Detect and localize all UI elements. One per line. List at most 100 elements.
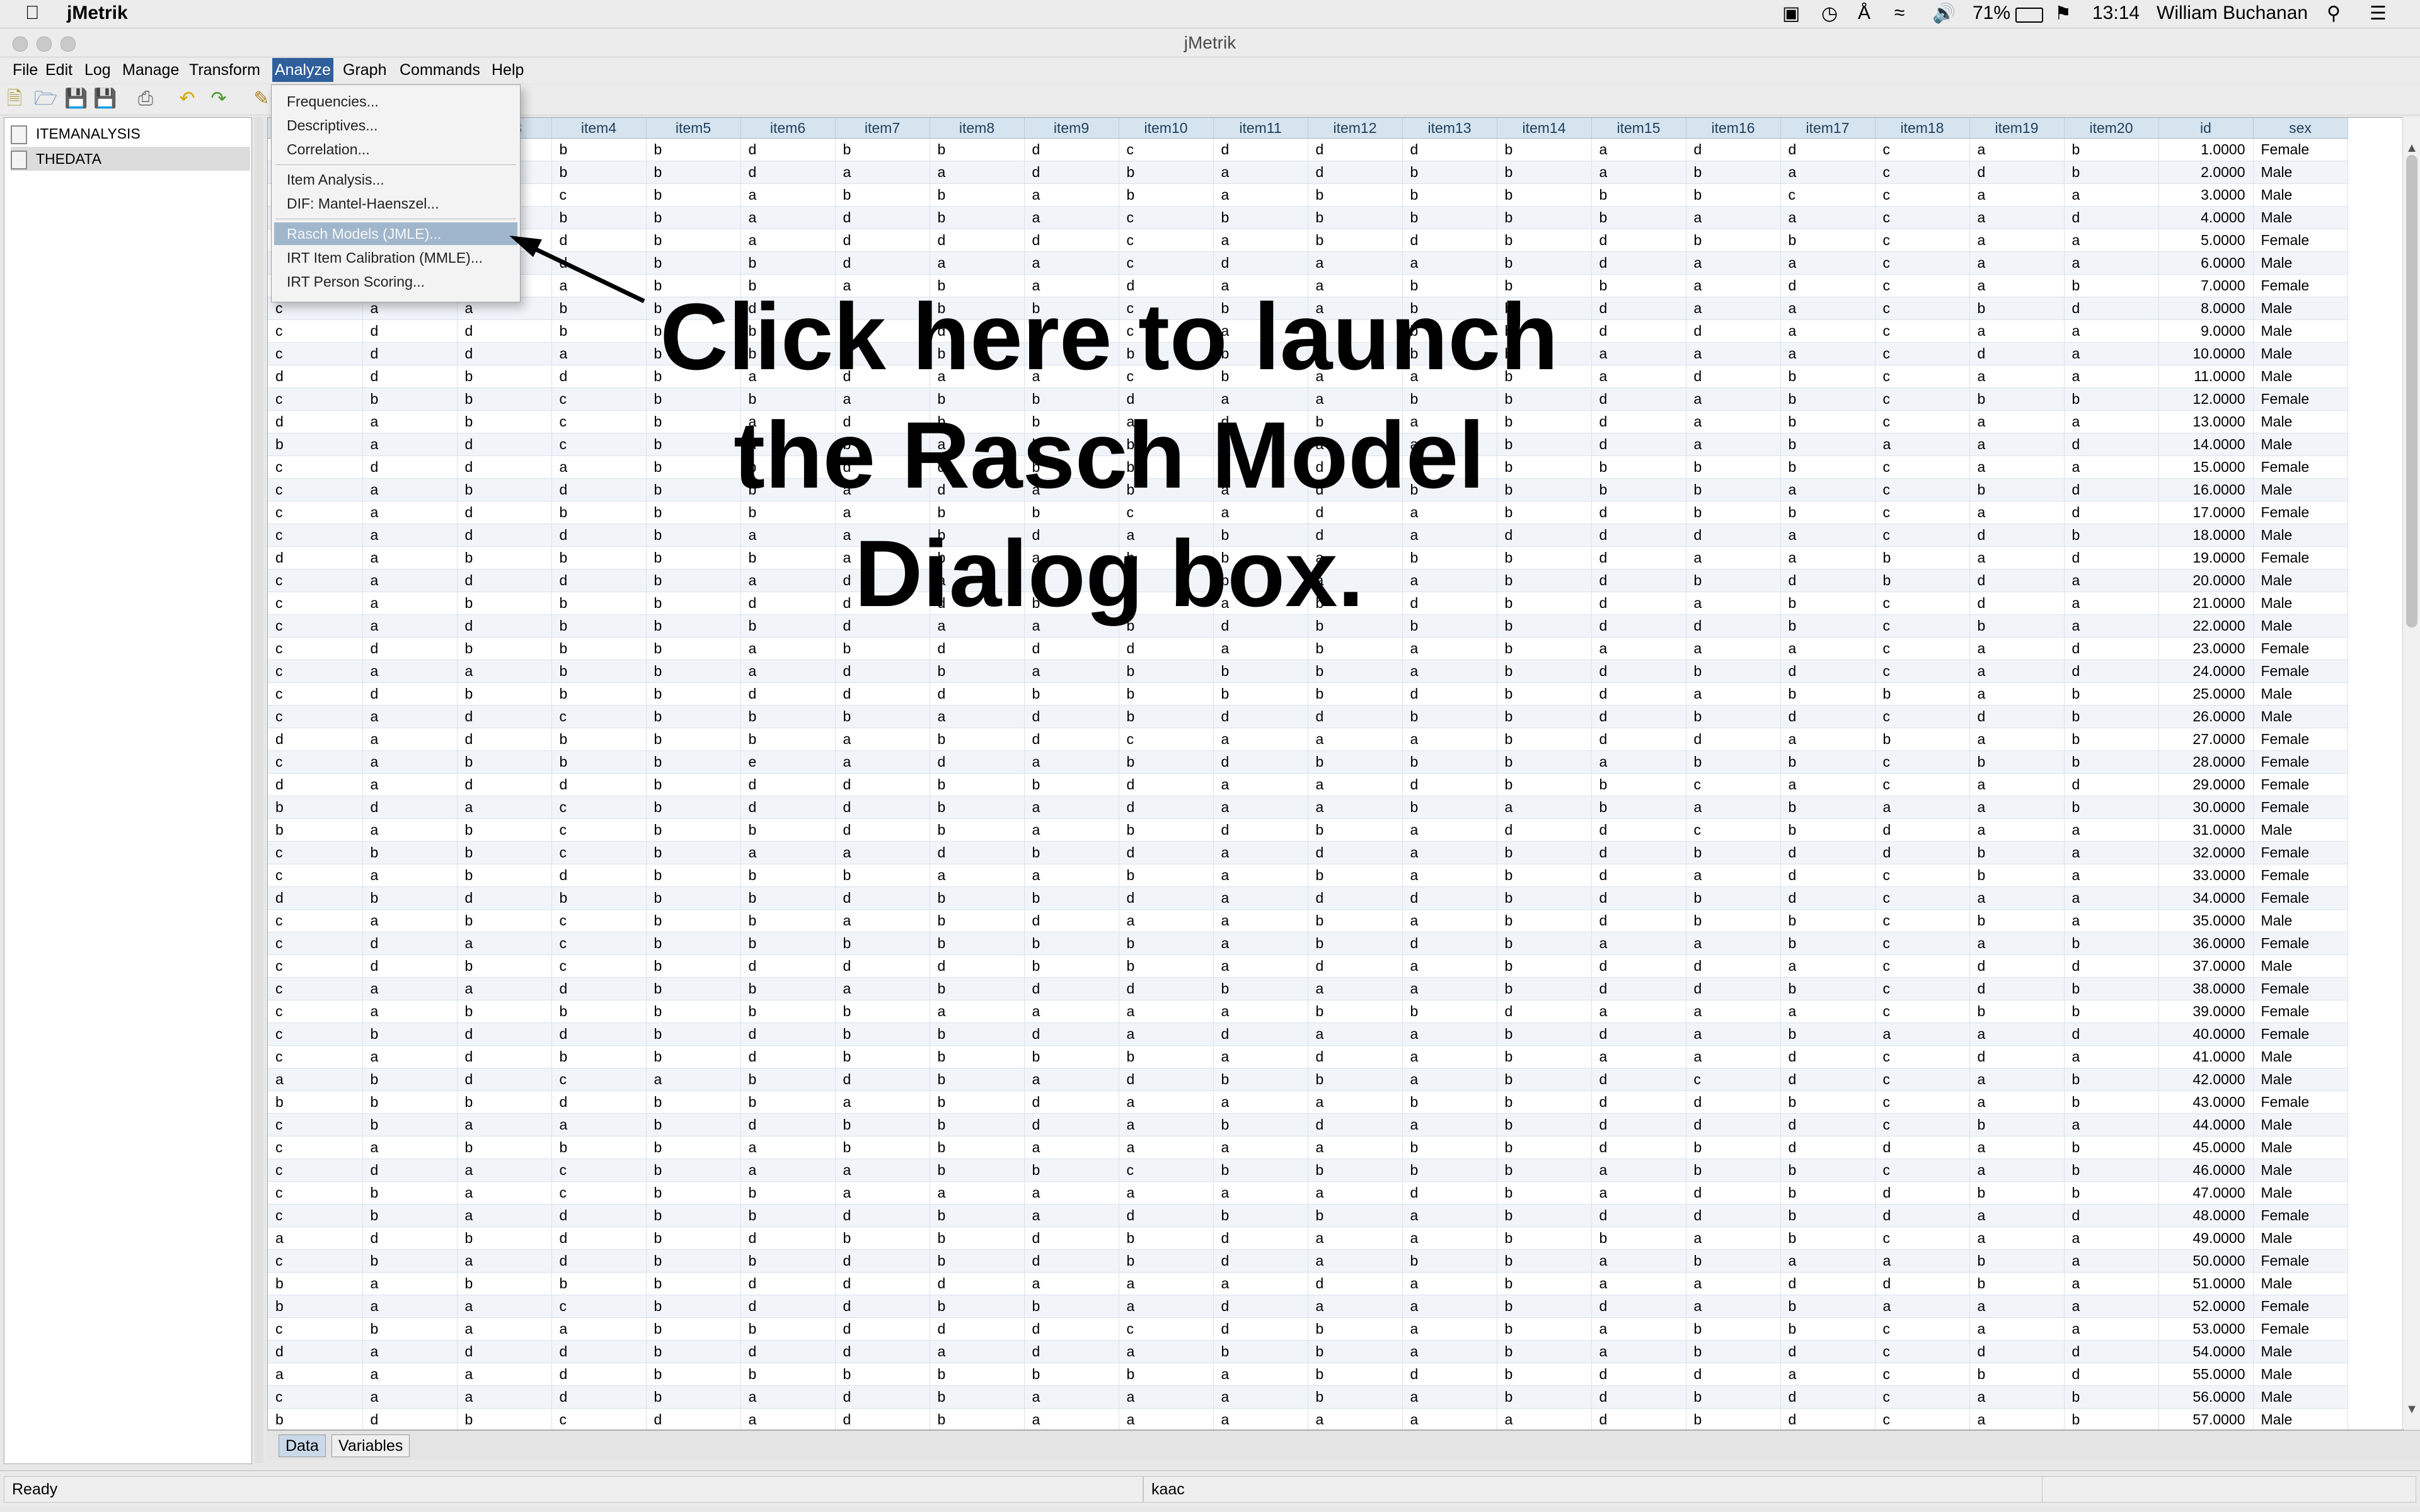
table-cell[interactable]: Male	[2253, 433, 2348, 456]
table-cell[interactable]: a	[930, 1000, 1025, 1023]
menu-item-irt-person-scoring[interactable]: IRT Person Scoring...	[274, 270, 517, 293]
table-cell[interactable]: a	[1024, 818, 1119, 842]
table-cell[interactable]: c	[268, 977, 363, 1000]
table-cell[interactable]: b	[646, 728, 741, 751]
table-cell[interactable]: a	[1024, 183, 1119, 207]
table-cell[interactable]: a	[1402, 251, 1497, 275]
table-cell[interactable]: b	[646, 682, 741, 706]
table-cell[interactable]: b	[835, 1113, 930, 1137]
table-cell[interactable]: d	[930, 229, 1025, 252]
table-cell[interactable]: a	[740, 841, 836, 864]
table-cell[interactable]: d	[1591, 1204, 1686, 1227]
table-cell[interactable]: Female	[2253, 750, 2348, 774]
scrollbar-thumb[interactable]	[2406, 155, 2417, 627]
table-cell[interactable]: a	[1686, 682, 1781, 706]
table-cell[interactable]: d	[2064, 478, 2159, 501]
table-cell[interactable]: a	[1969, 1204, 2065, 1227]
table-cell[interactable]: a	[2064, 1272, 2159, 1295]
table-cell[interactable]: a	[2064, 1317, 2159, 1341]
table-cell[interactable]: b	[2064, 524, 2159, 547]
table-cell[interactable]: 9.0000	[2158, 319, 2254, 343]
table-cell[interactable]: b	[1119, 1249, 1214, 1273]
table-cell[interactable]: d	[268, 1340, 363, 1363]
table-cell[interactable]: d	[1024, 977, 1119, 1000]
table-cell[interactable]: d	[1686, 1091, 1781, 1114]
table-cell[interactable]: b	[1119, 183, 1214, 207]
table-cell[interactable]: a	[1213, 796, 1308, 819]
table-cell[interactable]: b	[646, 660, 741, 683]
table-cell[interactable]: a	[1780, 773, 1876, 796]
table-cell[interactable]: a	[2064, 886, 2159, 910]
table-cell[interactable]: c	[268, 478, 363, 501]
table-cell[interactable]: b	[1402, 161, 1497, 184]
column-header[interactable]: item9	[1024, 118, 1119, 139]
apple-icon[interactable]: 	[25, 3, 40, 24]
table-cell[interactable]: d	[1308, 886, 1403, 910]
table-cell[interactable]: b	[646, 1249, 741, 1273]
table-cell[interactable]: a	[2064, 592, 2159, 615]
table-cell[interactable]: b	[646, 1385, 741, 1409]
table-cell[interactable]: b	[1686, 161, 1781, 184]
table-cell[interactable]: b	[646, 1295, 741, 1318]
table-cell[interactable]: a	[1402, 1295, 1497, 1318]
table-row[interactable]: b b d a a d b a d b b a b a c d b 2.0000 Male	[268, 161, 2348, 184]
column-header[interactable]: item4	[551, 118, 647, 139]
table-cell[interactable]: b	[646, 932, 741, 955]
table-cell[interactable]: b	[1780, 932, 1876, 955]
table-cell[interactable]: d	[930, 1317, 1025, 1341]
table-cell[interactable]: 20.0000	[2158, 569, 2254, 592]
table-cell[interactable]: d	[1780, 705, 1876, 728]
vertical-scrollbar[interactable]: ▲ ▼	[2402, 117, 2420, 1429]
table-cell[interactable]: 24.0000	[2158, 660, 2254, 683]
table-cell[interactable]: a	[1213, 932, 1308, 955]
table-cell[interactable]: d	[1969, 592, 2065, 615]
table-cell[interactable]: b	[1686, 455, 1781, 479]
table-cell[interactable]: b	[1497, 932, 1592, 955]
table-cell[interactable]: 37.0000	[2158, 954, 2254, 978]
table-cell[interactable]: b	[835, 705, 930, 728]
table-cell[interactable]: a	[2064, 909, 2159, 932]
table-cell[interactable]: 26.0000	[2158, 705, 2254, 728]
table-cell[interactable]: a	[1780, 637, 1876, 660]
table-cell[interactable]: b	[1686, 705, 1781, 728]
table-cell[interactable]: a	[1213, 229, 1308, 252]
table-cell[interactable]: b	[646, 1340, 741, 1363]
table-cell[interactable]: d	[1875, 1272, 1970, 1295]
table-cell[interactable]: d	[551, 1340, 647, 1363]
table-cell[interactable]: c	[268, 342, 363, 365]
table-cell[interactable]: 46.0000	[2158, 1159, 2254, 1182]
table-cell[interactable]: a	[1119, 1385, 1214, 1409]
table-cell[interactable]: b	[835, 1000, 930, 1023]
table-cell[interactable]: d	[1308, 161, 1403, 184]
table-cell[interactable]: a	[1308, 1249, 1403, 1273]
table-cell[interactable]: b	[646, 1113, 741, 1137]
table-cell[interactable]: b	[1497, 138, 1592, 161]
table-cell[interactable]: b	[1875, 569, 1970, 592]
table-cell[interactable]: d	[362, 954, 458, 978]
table-cell[interactable]: 47.0000	[2158, 1181, 2254, 1205]
table-cell[interactable]: b	[1308, 864, 1403, 887]
table-cell[interactable]: d	[1969, 161, 2065, 184]
table-cell[interactable]: c	[1875, 614, 1970, 638]
table-cell[interactable]: Male	[2253, 1363, 2348, 1386]
table-cell[interactable]: a	[1969, 433, 2065, 456]
undo-icon[interactable]: ↶	[176, 88, 198, 110]
table-cell[interactable]: a	[1213, 886, 1308, 910]
table-cell[interactable]: 48.0000	[2158, 1204, 2254, 1227]
table-cell[interactable]: Male	[2253, 682, 2348, 706]
save-icon[interactable]: 💾	[64, 88, 88, 110]
table-cell[interactable]: Female	[2253, 841, 2348, 864]
table-cell[interactable]: a	[1024, 1204, 1119, 1227]
table-cell[interactable]: b	[1497, 728, 1592, 751]
table-row[interactable]: c b a d b b d b a d b b a b d d b d a d 48.0000 Female	[268, 1204, 2348, 1227]
table-cell[interactable]: a	[1875, 1295, 1970, 1318]
table-cell[interactable]: a	[930, 705, 1025, 728]
table-cell[interactable]: b	[1780, 1317, 1876, 1341]
table-cell[interactable]: a	[1780, 342, 1876, 365]
table-cell[interactable]: d	[1591, 1091, 1686, 1114]
table-cell[interactable]: a	[457, 1317, 552, 1341]
table-cell[interactable]: b	[1591, 183, 1686, 207]
table-cell[interactable]: 30.0000	[2158, 796, 2254, 819]
menu-item-irt-item-calibration[interactable]: IRT Item Calibration (MMLE)...	[274, 246, 517, 269]
table-cell[interactable]: b	[457, 365, 552, 388]
